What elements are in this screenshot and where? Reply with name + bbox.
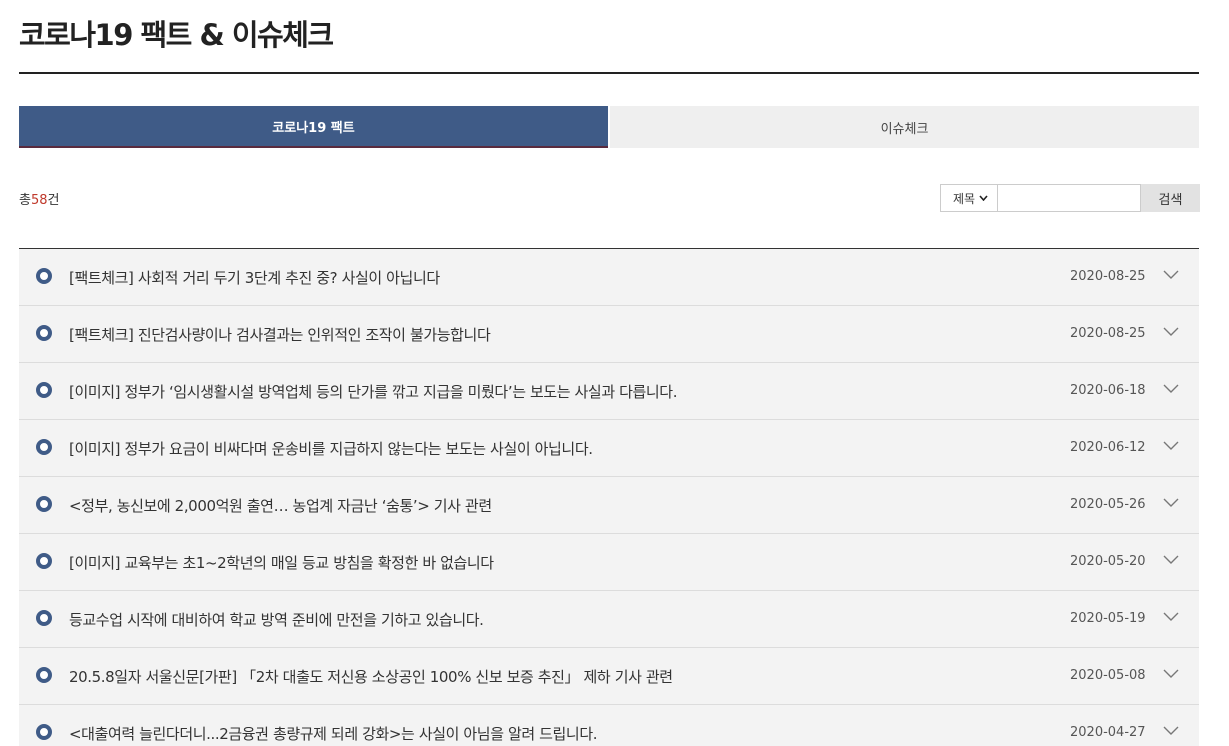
fact-list: [팩트체크] 사회적 거리 두기 3단계 추진 중? 사실이 아닙니다 2020-… bbox=[19, 248, 1199, 746]
list-item[interactable]: 등교수업 시작에 대비하여 학교 방역 준비에 만전을 기하고 있습니다. 202… bbox=[19, 591, 1199, 648]
circle-bullet-icon bbox=[36, 325, 52, 341]
list-item-date: 2020-04-27 bbox=[1070, 725, 1146, 740]
list-item[interactable]: 20.5.8일자 서울신문[가판] 「2차 대출도 저신용 소상공인 100% … bbox=[19, 648, 1199, 705]
circle-bullet-icon bbox=[36, 439, 52, 455]
circle-bullet-icon bbox=[36, 667, 52, 683]
chevron-down-icon[interactable] bbox=[1163, 326, 1179, 338]
list-item[interactable]: [이미지] 교육부는 초1~2학년의 매일 등교 방침을 확정한 바 없습니다 2… bbox=[19, 534, 1199, 591]
list-item-title[interactable]: <정부, 농신보에 2,000억원 출연… 농업계 자금난 ‘숨통’> 기사 관… bbox=[69, 495, 492, 516]
list-item-title[interactable]: 20.5.8일자 서울신문[가판] 「2차 대출도 저신용 소상공인 100% … bbox=[69, 666, 673, 687]
search-field-select-value: 제목 bbox=[953, 191, 976, 206]
list-item-title[interactable]: [이미지] 교육부는 초1~2학년의 매일 등교 방침을 확정한 바 없습니다 bbox=[69, 552, 494, 573]
chevron-down-icon bbox=[979, 193, 988, 204]
title-divider bbox=[19, 72, 1199, 74]
total-count: 총58건 bbox=[19, 189, 59, 208]
list-item-title[interactable]: [팩트체크] 진단검사량이나 검사결과는 인위적인 조작이 불가능합니다 bbox=[69, 324, 491, 345]
chevron-down-icon[interactable] bbox=[1163, 554, 1179, 566]
list-item[interactable]: [팩트체크] 진단검사량이나 검사결과는 인위적인 조작이 불가능합니다 2020… bbox=[19, 306, 1199, 363]
tab-bar: 코로나19 팩트 이슈체크 bbox=[19, 106, 1199, 148]
tab-corona-fact[interactable]: 코로나19 팩트 bbox=[19, 106, 608, 148]
list-item-date: 2020-05-20 bbox=[1070, 554, 1146, 569]
circle-bullet-icon bbox=[36, 610, 52, 626]
chevron-down-icon[interactable] bbox=[1163, 611, 1179, 623]
tab-issue-check[interactable]: 이슈체크 bbox=[610, 106, 1199, 148]
search-button[interactable]: 검색 bbox=[1141, 184, 1200, 212]
chevron-down-icon[interactable] bbox=[1163, 497, 1179, 509]
total-prefix: 총 bbox=[19, 193, 31, 208]
total-count-number: 58 bbox=[30, 193, 48, 208]
list-item-date: 2020-06-18 bbox=[1070, 383, 1146, 398]
total-suffix: 건 bbox=[47, 193, 60, 208]
list-item[interactable]: [팩트체크] 사회적 거리 두기 3단계 추진 중? 사실이 아닙니다 2020-… bbox=[19, 249, 1199, 306]
list-item[interactable]: <정부, 농신보에 2,000억원 출연… 농업계 자금난 ‘숨통’> 기사 관… bbox=[19, 477, 1199, 534]
list-item-title[interactable]: [이미지] 정부가 요금이 비싸다며 운송비를 지급하지 않는다는 보도는 사실… bbox=[69, 438, 593, 459]
list-item[interactable]: [이미지] 정부가 ‘임시생활시설 방역업체 등의 단가를 깎고 지급을 미뤘다… bbox=[19, 363, 1199, 420]
circle-bullet-icon bbox=[36, 496, 52, 512]
circle-bullet-icon bbox=[36, 268, 52, 284]
list-item-date: 2020-05-19 bbox=[1070, 611, 1146, 626]
chevron-down-icon[interactable] bbox=[1163, 668, 1179, 680]
search-field-select[interactable]: 제목 bbox=[940, 184, 998, 212]
list-item-date: 2020-08-25 bbox=[1070, 326, 1146, 341]
chevron-down-icon[interactable] bbox=[1163, 269, 1179, 281]
list-item-date: 2020-06-12 bbox=[1070, 440, 1146, 455]
list-item-date: 2020-08-25 bbox=[1070, 269, 1146, 284]
list-item-date: 2020-05-08 bbox=[1070, 668, 1146, 683]
chevron-down-icon[interactable] bbox=[1163, 383, 1179, 395]
circle-bullet-icon bbox=[36, 382, 52, 398]
chevron-down-icon[interactable] bbox=[1163, 725, 1179, 737]
list-item-date: 2020-05-26 bbox=[1070, 497, 1146, 512]
list-item[interactable]: [이미지] 정부가 요금이 비싸다며 운송비를 지급하지 않는다는 보도는 사실… bbox=[19, 420, 1199, 477]
chevron-down-icon[interactable] bbox=[1163, 440, 1179, 452]
circle-bullet-icon bbox=[36, 724, 52, 740]
search-input[interactable] bbox=[998, 184, 1141, 212]
search-bar: 제목 검색 bbox=[940, 184, 1200, 212]
list-item-title[interactable]: [팩트체크] 사회적 거리 두기 3단계 추진 중? 사실이 아닙니다 bbox=[69, 267, 440, 288]
list-item-title[interactable]: 등교수업 시작에 대비하여 학교 방역 준비에 만전을 기하고 있습니다. bbox=[69, 609, 484, 630]
list-item-title[interactable]: [이미지] 정부가 ‘임시생활시설 방역업체 등의 단가를 깎고 지급을 미뤘다… bbox=[69, 381, 677, 402]
list-item-title[interactable]: <대출여력 늘린다더니...2금융권 총량규제 되레 강화>는 사실이 아님을 … bbox=[69, 723, 598, 744]
list-item[interactable]: <대출여력 늘린다더니...2금융권 총량규제 되레 강화>는 사실이 아님을 … bbox=[19, 705, 1199, 746]
page-title: 코로나19 팩트 & 이슈체크 bbox=[19, 18, 334, 52]
circle-bullet-icon bbox=[36, 553, 52, 569]
